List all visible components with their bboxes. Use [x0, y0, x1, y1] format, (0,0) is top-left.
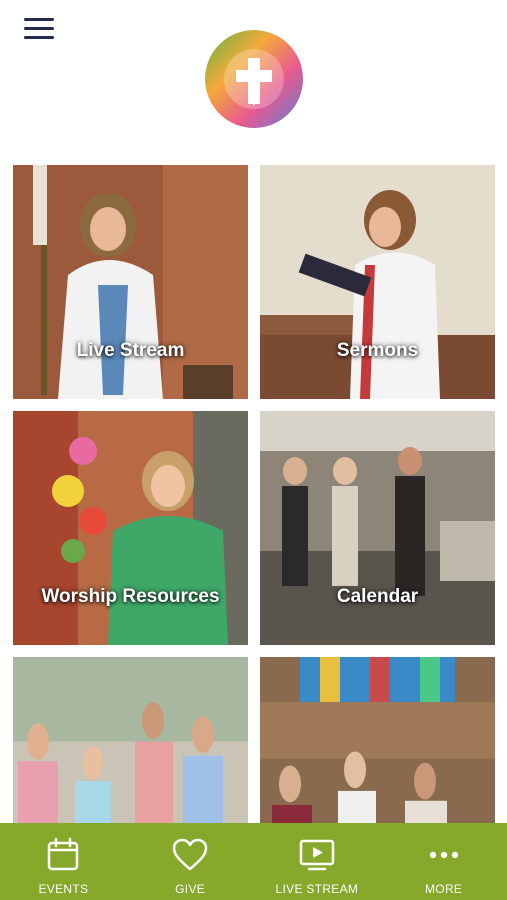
menu-button[interactable]: [22, 12, 60, 44]
tile-youth[interactable]: [13, 657, 248, 823]
hamburger-icon: [24, 18, 54, 21]
tile-label: Live Stream: [76, 340, 185, 361]
calendar-icon: [48, 837, 79, 871]
tab-give[interactable]: GIVE: [127, 823, 254, 900]
tile-label: Calendar: [336, 586, 419, 607]
tile-label: Worship Resources: [41, 586, 220, 607]
tile-worship-resources[interactable]: Worship Resources: [13, 411, 248, 645]
tile-congregation[interactable]: [260, 657, 495, 823]
youth-photo: [13, 657, 248, 823]
tab-label: MORE: [425, 882, 463, 896]
sermons-photo: [260, 165, 495, 399]
tile-sermons[interactable]: Sermons: [260, 165, 495, 399]
heart-icon: [172, 838, 208, 871]
tab-label: EVENTS: [38, 882, 89, 896]
tile-live-stream[interactable]: Live Stream: [13, 165, 248, 399]
bottom-tab-bar: EVENTS GIVE LIVE STREAM MORE: [0, 823, 507, 900]
congregation-photo: [260, 657, 495, 823]
live-stream-photo: [13, 165, 248, 399]
tab-more[interactable]: MORE: [380, 823, 507, 900]
church-logo: [203, 28, 305, 130]
calendar-photo: [260, 411, 495, 645]
tab-label: LIVE STREAM: [275, 882, 359, 896]
tab-events[interactable]: EVENTS: [0, 823, 127, 900]
tile-calendar[interactable]: Calendar: [260, 411, 495, 645]
more-icon: [429, 851, 458, 859]
video-icon: [299, 839, 335, 871]
tab-label: GIVE: [175, 882, 206, 896]
tile-label: Sermons: [336, 340, 419, 361]
worship-resources-photo: [13, 411, 248, 645]
tab-live-stream[interactable]: LIVE STREAM: [254, 823, 381, 900]
